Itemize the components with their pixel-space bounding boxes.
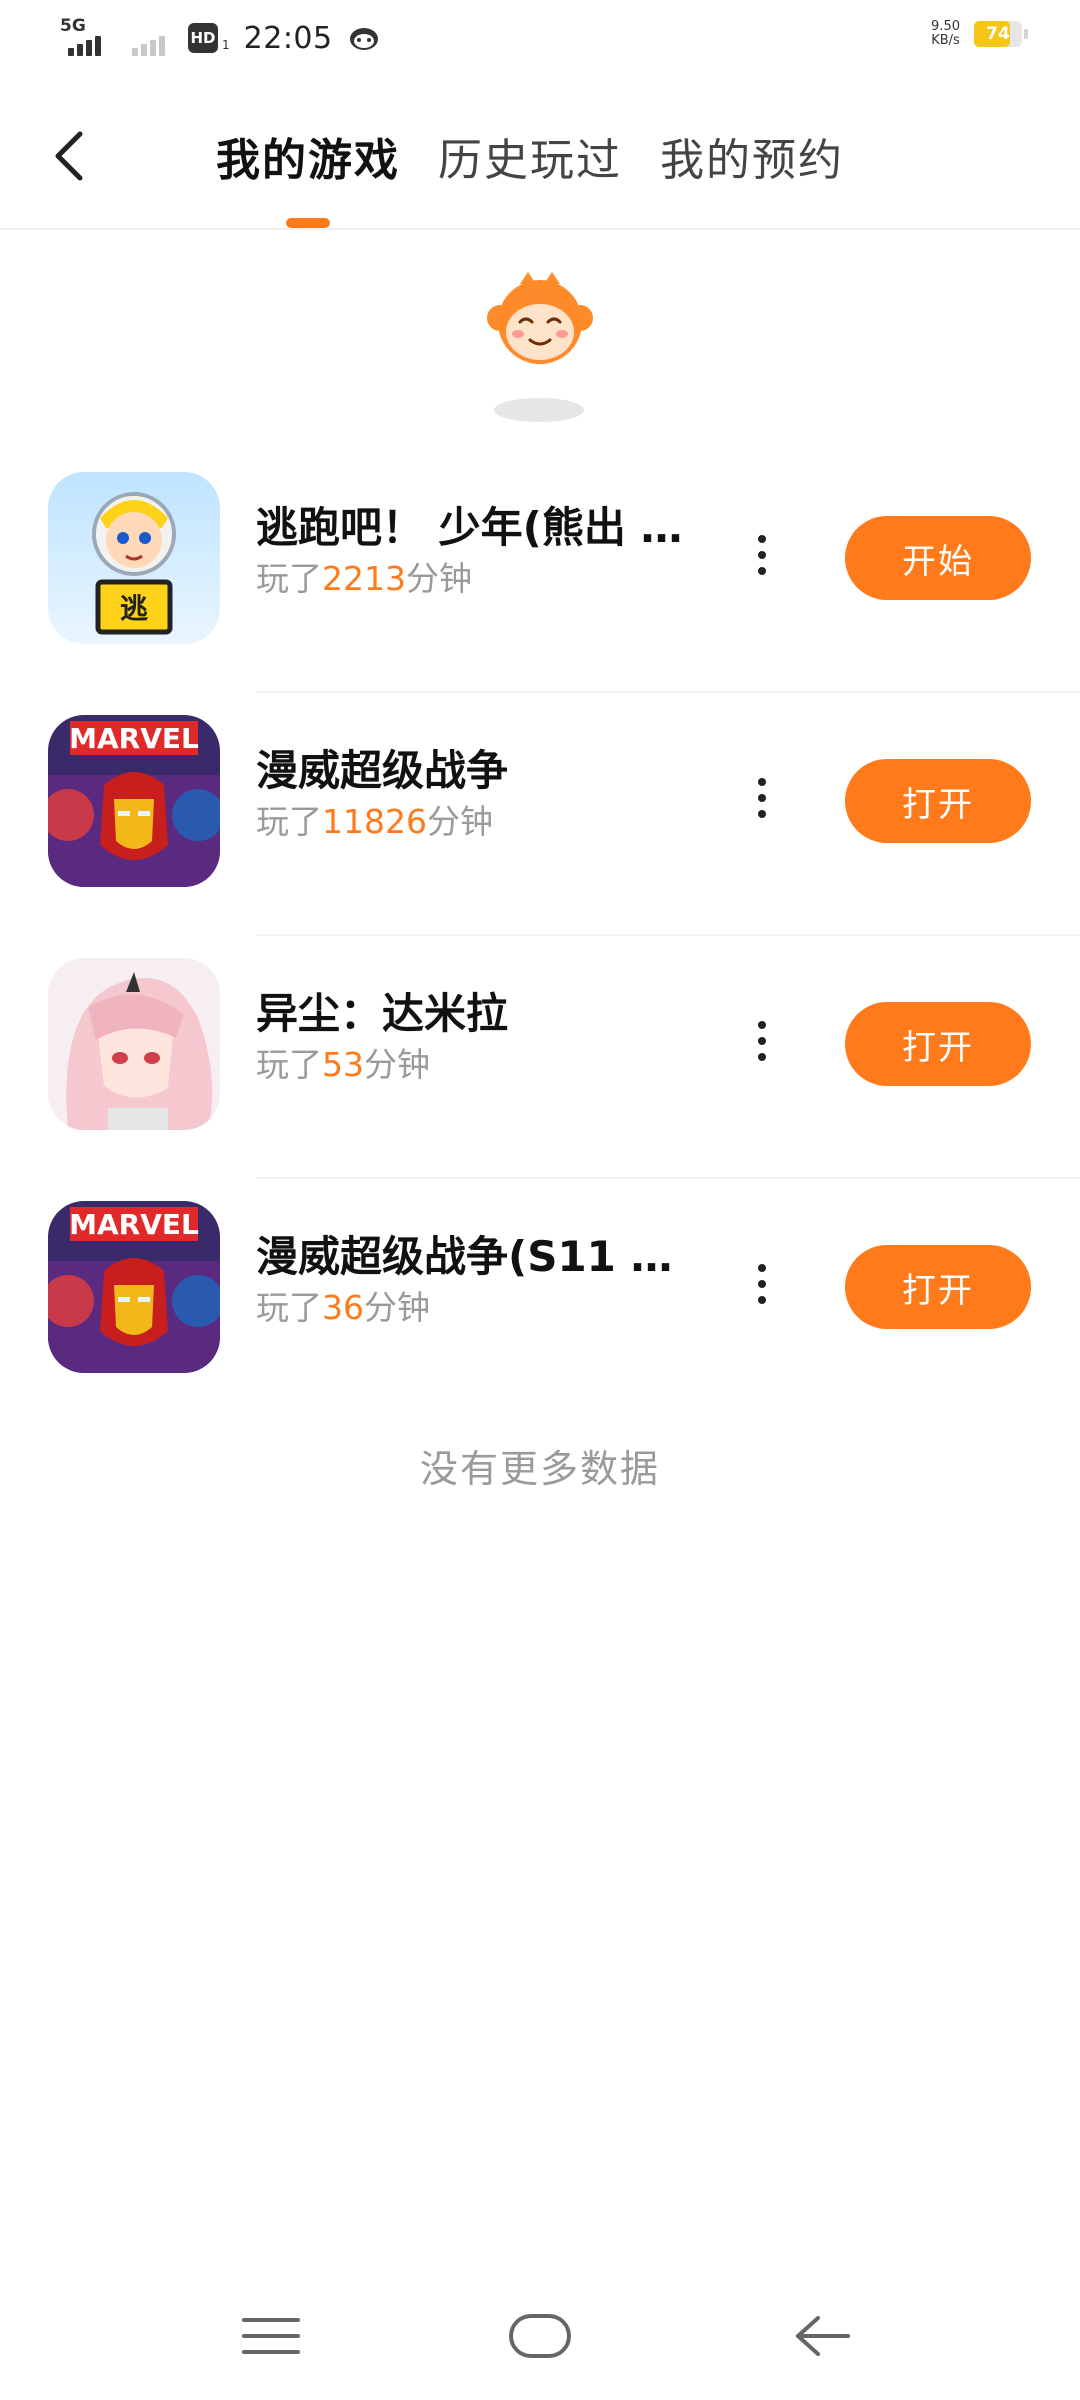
header: 我的游戏 历史玩过 我的预约 [0,100,1080,230]
app-notification-icon [349,28,378,50]
hd-sub-label: 1 [222,38,230,52]
battery-level: 74 [986,24,1010,44]
system-nav-bar [0,2290,1080,2380]
tab-bar: 我的游戏 历史玩过 我的预约 [216,124,844,228]
status-bar-right: 9.50 KB/s 74 [931,19,1028,48]
menu-icon[interactable] [236,2306,306,2366]
game-title[interactable]: 异尘：达米拉 [256,980,508,1041]
game-title[interactable]: 逃跑吧！ 少年(熊出 … [256,494,682,555]
more-options-icon[interactable] [744,1249,780,1319]
game-list: 逃 逃跑吧！ 少年(熊出 … 玩了2213分钟 开始 MARVEL 漫威超级战争… [0,450,1080,1422]
play-time: 玩了36分钟 [256,1288,430,1327]
monkey-mascot-icon [487,272,593,364]
back-arrow-icon[interactable] [46,124,94,188]
svg-text:MARVEL: MARVEL [69,1208,199,1241]
open-button[interactable]: 打开 [845,1002,1031,1086]
tab-my-reservations[interactable]: 我的预约 [660,124,844,224]
game-icon-anime-girl[interactable] [48,958,220,1130]
start-button[interactable]: 开始 [845,516,1031,600]
more-options-icon[interactable] [744,763,780,833]
signal-5g-icon: 5G [60,16,110,58]
more-options-icon[interactable] [744,520,780,590]
play-time: 玩了11826分钟 [256,802,493,841]
mascot-shadow [494,398,584,422]
clock: 22:05 [243,20,333,56]
svg-text:MARVEL: MARVEL [69,722,199,755]
game-title[interactable]: 漫威超级战争(S11 … [256,1223,673,1284]
game-list-item[interactable]: 异尘：达米拉 玩了53分钟 打开 [0,936,1080,1179]
active-tab-indicator [286,218,330,228]
tab-history-played[interactable]: 历史玩过 [438,124,622,224]
game-list-item[interactable]: MARVEL 漫威超级战争 玩了11826分钟 打开 [0,693,1080,936]
home-icon[interactable] [505,2306,575,2366]
battery-icon: 74 [974,21,1028,47]
tab-my-games[interactable]: 我的游戏 [216,124,400,228]
game-icon-escape[interactable]: 逃 [48,472,220,644]
status-bar: 5G HD 1 22:05 9.50 KB/s 74 [0,0,1080,80]
open-button[interactable]: 打开 [845,1245,1031,1329]
game-list-item[interactable]: 逃 逃跑吧！ 少年(熊出 … 玩了2213分钟 开始 [0,450,1080,693]
more-options-icon[interactable] [744,1006,780,1076]
hd-icon: HD [188,23,218,53]
network-label: 5G [60,16,86,36]
open-button[interactable]: 打开 [845,759,1031,843]
no-more-data-label: 没有更多数据 [419,1447,660,1491]
back-icon[interactable] [786,2306,856,2366]
game-title[interactable]: 漫威超级战争 [256,737,508,798]
signal-sim2-icon [124,18,174,58]
game-icon-marvel[interactable]: MARVEL [48,1201,220,1373]
net-speed: 9.50 KB/s [931,19,960,48]
play-time: 玩了53分钟 [256,1045,430,1084]
game-list-item[interactable]: MARVEL 漫威超级战争(S11 … 玩了36分钟 打开 [0,1179,1080,1422]
game-icon-marvel[interactable]: MARVEL [48,715,220,887]
svg-text:逃: 逃 [120,592,148,625]
play-time: 玩了2213分钟 [256,559,472,598]
status-bar-left: 5G HD 1 22:05 [60,16,381,58]
